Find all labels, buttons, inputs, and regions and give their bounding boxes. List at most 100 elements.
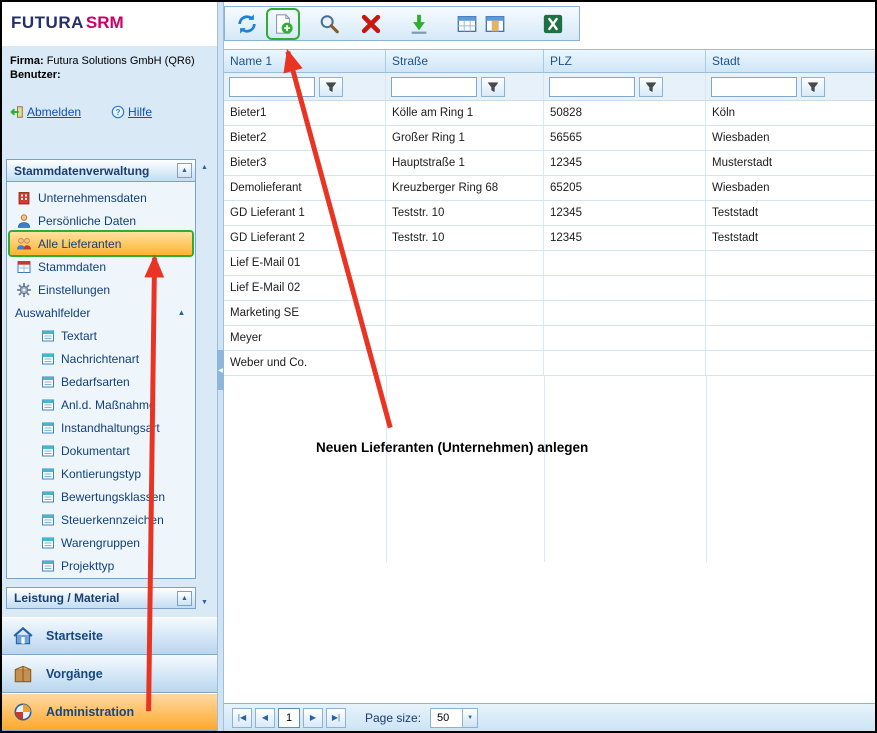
funnel-icon xyxy=(325,81,337,93)
table-row[interactable]: Bieter2Großer Ring 156565Wiesbaden xyxy=(224,126,875,151)
excel-export-button[interactable] xyxy=(538,10,568,38)
column-header-name-1[interactable]: Name 1 xyxy=(224,50,386,72)
chevron-up-icon[interactable]: ▲ xyxy=(177,591,192,606)
import-button[interactable] xyxy=(404,10,434,38)
table-row[interactable]: Weber und Co. xyxy=(224,351,875,376)
chevron-up-icon[interactable]: ▲ xyxy=(177,163,192,178)
import-icon xyxy=(408,13,430,35)
sidebar-item-projekttyp[interactable]: Projekttyp xyxy=(7,554,195,577)
chevron-up-icon[interactable]: ▲ xyxy=(174,305,189,320)
sidebar-item-bewertungsklassen[interactable]: Bewertungsklassen xyxy=(7,485,195,508)
selection-field-icon xyxy=(41,375,55,389)
column-header-stadt[interactable]: Stadt xyxy=(706,50,875,72)
bottom-nav-vorgaenge[interactable]: Vorgänge xyxy=(2,655,217,693)
search-button[interactable] xyxy=(314,10,344,38)
column-header-strasse[interactable]: Straße xyxy=(386,50,544,72)
masterdata-icon xyxy=(16,259,32,275)
filter-button-strasse[interactable] xyxy=(481,77,505,97)
table-row[interactable]: DemolieferantKreuzberger Ring 6865205Wie… xyxy=(224,176,875,201)
stammdaten-panel-header[interactable]: Stammdatenverwaltung ▲ xyxy=(7,160,195,182)
sidebar-item-label: Persönliche Daten xyxy=(38,214,136,228)
first-page-button[interactable]: |◀ xyxy=(232,708,252,728)
auswahlfelder-group-header[interactable]: Auswahlfelder ▲ xyxy=(7,301,195,324)
user-info: Firma: Futura Solutions GmbH (QR6) Benut… xyxy=(2,46,217,119)
sidebar-item-label: Nachrichtenart xyxy=(61,352,139,366)
sidebar-item-persoenliche-daten[interactable]: Persönliche Daten xyxy=(7,209,195,232)
filter-input-name-1[interactable] xyxy=(229,77,315,97)
layout-button[interactable] xyxy=(480,10,510,38)
funnel-icon xyxy=(645,81,657,93)
sidebar-item-textart[interactable]: Textart xyxy=(7,324,195,347)
panel-title: Leistung / Material xyxy=(14,591,119,605)
table-cell xyxy=(386,251,544,275)
sidebar-item-stammdaten[interactable]: Stammdaten xyxy=(7,255,195,278)
sidebar-item-label: Steuerkennzeichen xyxy=(61,513,164,527)
last-page-button[interactable]: ▶| xyxy=(326,708,346,728)
table-row[interactable]: GD Lieferant 2Teststr. 1012345Teststadt xyxy=(224,226,875,251)
collapse-sidebar-handle[interactable]: ◀ xyxy=(217,350,224,390)
filter-button-plz[interactable] xyxy=(639,77,663,97)
current-page-button[interactable]: 1 xyxy=(278,708,300,728)
abmelden-link[interactable]: Abmelden xyxy=(10,105,81,119)
sidebar-item-dokumentart[interactable]: Dokumentart xyxy=(7,439,195,462)
grid-empty-area xyxy=(224,376,875,562)
funnel-icon xyxy=(487,81,499,93)
table-row[interactable]: Marketing SE xyxy=(224,301,875,326)
table-row[interactable]: GD Lieferant 1Teststr. 1012345Teststadt xyxy=(224,201,875,226)
bottom-nav-administration[interactable]: Administration xyxy=(2,693,217,731)
sidebar-item-label: Projekttyp xyxy=(61,559,114,573)
refresh-button[interactable] xyxy=(232,10,262,38)
table-row[interactable]: Bieter1Kölle am Ring 150828Köln xyxy=(224,101,875,126)
sidebar-item-alle-lieferanten[interactable]: Alle Lieferanten xyxy=(10,232,192,255)
prev-page-button[interactable]: ◀ xyxy=(255,708,275,728)
sidebar-scrollbar[interactable]: ▲ ▼ xyxy=(198,159,211,611)
scroll-up-icon[interactable]: ▲ xyxy=(198,161,211,174)
filter-input-stadt[interactable] xyxy=(711,77,797,97)
filter-cell xyxy=(706,73,875,100)
main-content: Name 1StraßePLZStadt Bieter1Kölle am Rin… xyxy=(224,2,875,731)
filter-button-stadt[interactable] xyxy=(801,77,825,97)
sidebar-item-steuerkennzeichen[interactable]: Steuerkennzeichen xyxy=(7,508,195,531)
toolbar xyxy=(224,6,580,41)
table-cell: Wiesbaden xyxy=(706,126,875,150)
logo-srm-text: SRM xyxy=(86,13,124,32)
sidebar-splitter[interactable]: ◀ xyxy=(217,2,224,731)
sidebar-item-warengruppen[interactable]: Warengruppen xyxy=(7,531,195,554)
filter-input-strasse[interactable] xyxy=(391,77,477,97)
page-size-select[interactable]: 50 ▼ xyxy=(430,708,478,728)
column-chooser-button[interactable] xyxy=(452,10,482,38)
search-icon xyxy=(318,13,340,35)
hilfe-link[interactable]: ?Hilfe xyxy=(111,105,152,119)
table-row[interactable]: Lief E-Mail 02 xyxy=(224,276,875,301)
bottom-nav-label: Startseite xyxy=(46,629,103,643)
filter-input-plz[interactable] xyxy=(549,77,635,97)
table-row[interactable]: Lief E-Mail 01 xyxy=(224,251,875,276)
sidebar-item-einstellungen[interactable]: Einstellungen xyxy=(7,278,195,301)
new-supplier-button[interactable] xyxy=(268,10,298,38)
next-page-button[interactable]: ▶ xyxy=(303,708,323,728)
sidebar-item-nachrichtenart[interactable]: Nachrichtenart xyxy=(7,347,195,370)
sidebar-item-unternehmensdaten[interactable]: Unternehmensdaten xyxy=(7,186,195,209)
table-cell xyxy=(706,301,875,325)
sidebar-item-label: Textart xyxy=(61,329,97,343)
sidebar: FUTURASRM Firma: Futura Solutions GmbH (… xyxy=(2,2,217,731)
sidebar-item-bedarfsarten[interactable]: Bedarfsarten xyxy=(7,370,195,393)
logout-icon xyxy=(10,105,24,119)
sidebar-item-label: Einstellungen xyxy=(38,283,110,297)
leistung-panel-header[interactable]: Leistung / Material ▲ xyxy=(6,587,196,609)
sidebar-item-instandhaltungsart[interactable]: Instandhaltungsart xyxy=(7,416,195,439)
table-cell: Teststadt xyxy=(706,226,875,250)
filter-button-name-1[interactable] xyxy=(319,77,343,97)
table-cell: Teststr. 10 xyxy=(386,201,544,225)
scroll-down-icon[interactable]: ▼ xyxy=(198,596,211,609)
table-cell xyxy=(544,276,706,300)
table-row[interactable]: Meyer xyxy=(224,326,875,351)
sidebar-item-anl-d-massnahme[interactable]: Anl.d. Maßnahme xyxy=(7,393,195,416)
sidebar-item-kontierungstyp[interactable]: Kontierungstyp xyxy=(7,462,195,485)
delete-button[interactable] xyxy=(356,10,386,38)
table-cell xyxy=(706,276,875,300)
table-row[interactable]: Bieter3Hauptstraße 112345Musterstadt xyxy=(224,151,875,176)
bottom-nav-startseite[interactable]: Startseite xyxy=(2,617,217,655)
sidebar-item-label: Warengruppen xyxy=(61,536,140,550)
column-header-plz[interactable]: PLZ xyxy=(544,50,706,72)
